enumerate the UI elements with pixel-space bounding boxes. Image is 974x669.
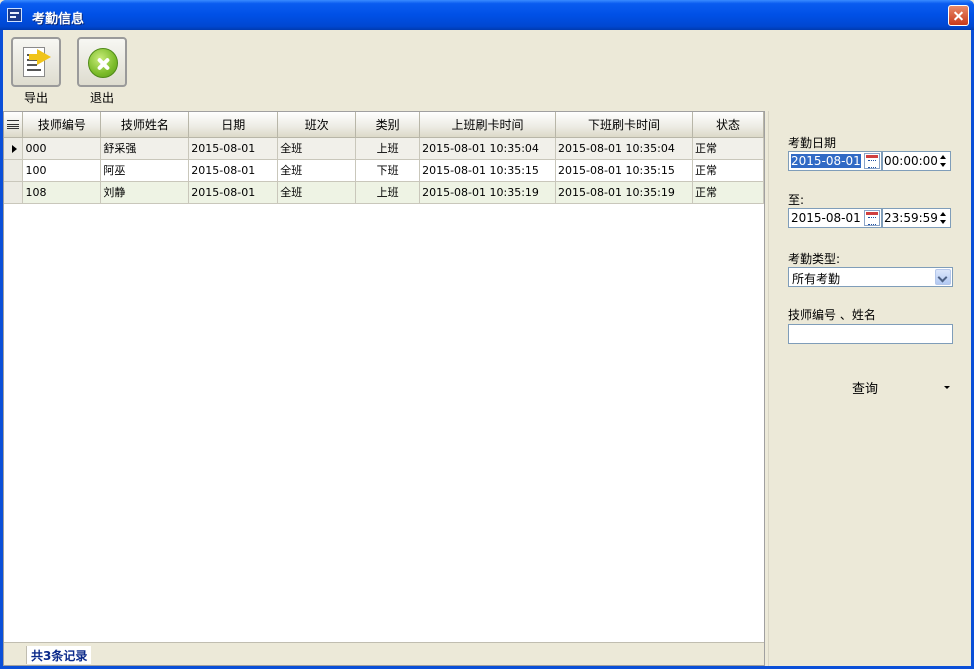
column-header[interactable]: 下班刷卡时间: [555, 112, 694, 138]
start-date-picker[interactable]: 2015-08-01: [788, 151, 882, 171]
cell-date[interactable]: 2015-08-01: [188, 137, 279, 160]
cell-name[interactable]: 阿巫: [100, 159, 190, 182]
cell-in-time[interactable]: 2015-08-01 10:35:19: [419, 181, 557, 204]
close-circle-icon: [88, 48, 118, 78]
query-label: 查询: [852, 382, 879, 397]
current-row-icon: [12, 144, 17, 153]
arrow-right-icon: [29, 49, 51, 65]
dropdown-arrow-icon[interactable]: [944, 386, 950, 389]
row-header[interactable]: [4, 181, 24, 204]
rows-icon: [7, 120, 20, 130]
start-date-value: 2015-08-01: [791, 154, 861, 168]
cell-shift[interactable]: 全班: [277, 181, 357, 204]
table-header-row: 技师编号 技师姓名 日期 班次 类别 上班刷卡时间 下班刷卡时间 状态: [4, 112, 764, 138]
select-all-cell[interactable]: [4, 112, 24, 138]
exit-label: 退出: [89, 91, 114, 105]
cell-status[interactable]: 正常: [692, 159, 764, 182]
cell-shift[interactable]: 全班: [277, 159, 357, 182]
date-label: 考勤日期: [788, 136, 837, 150]
calendar-icon[interactable]: [864, 153, 880, 169]
cell-name[interactable]: 刘静: [100, 181, 190, 204]
cell-in-time[interactable]: 2015-08-01 10:35:04: [419, 137, 557, 160]
close-button[interactable]: [948, 5, 969, 26]
chevron-down-icon[interactable]: [935, 269, 951, 285]
title-bar[interactable]: 考勤信息: [0, 0, 974, 30]
column-header[interactable]: 类别: [355, 112, 421, 138]
end-date-picker[interactable]: 2015-08-01: [788, 208, 882, 228]
start-time-stepper[interactable]: 00:00:00: [882, 151, 951, 171]
spin-icon[interactable]: [938, 153, 949, 169]
app-window: 考勤信息 导出 退出 技师编号 技师姓名 日期 班次 类别 上班刷卡时间 下班刷…: [0, 0, 974, 669]
cell-shift[interactable]: 全班: [277, 137, 357, 160]
spin-icon[interactable]: [938, 210, 949, 226]
end-time-value: 23:59:59: [884, 211, 938, 225]
column-header[interactable]: 上班刷卡时间: [419, 112, 557, 138]
attendance-table: 技师编号 技师姓名 日期 班次 类别 上班刷卡时间 下班刷卡时间 状态 000: [4, 112, 764, 204]
cell-date[interactable]: 2015-08-01: [188, 181, 279, 204]
cell-id[interactable]: 108: [22, 181, 102, 204]
cell-type[interactable]: 上班: [355, 137, 421, 160]
column-header[interactable]: 班次: [277, 112, 357, 138]
end-date-value: 2015-08-01: [791, 211, 861, 225]
export-label: 导出: [23, 91, 48, 105]
type-label: 考勤类型:: [788, 252, 841, 266]
cell-date[interactable]: 2015-08-01: [188, 159, 279, 182]
search-label: 技师编号 、姓名: [788, 308, 876, 322]
to-label: 至:: [788, 193, 805, 207]
filter-panel: 考勤日期 2015-08-01 00:00:00 至: 2015-08-01 2…: [768, 111, 971, 666]
table-row[interactable]: 108 刘静 2015-08-01 全班 上班 2015-08-01 10:35…: [4, 181, 764, 204]
column-header[interactable]: 状态: [692, 112, 764, 138]
cell-name[interactable]: 舒采强: [100, 137, 190, 160]
column-header[interactable]: 技师编号: [22, 112, 102, 138]
table-row[interactable]: 100 阿巫 2015-08-01 全班 下班 2015-08-01 10:35…: [4, 159, 764, 182]
attendance-type-value: 所有考勤: [792, 272, 841, 286]
start-time-value: 00:00:00: [884, 154, 938, 168]
app-icon: [7, 8, 22, 22]
status-bar: 共3条记录: [4, 642, 764, 665]
table-row[interactable]: 000 舒采强 2015-08-01 全班 上班 2015-08-01 10:3…: [4, 137, 764, 160]
cell-out-time[interactable]: 2015-08-01 10:35:15: [555, 159, 694, 182]
row-header[interactable]: [4, 137, 24, 160]
cell-status[interactable]: 正常: [692, 181, 764, 204]
record-count: 共3条记录: [26, 646, 92, 664]
attendance-grid[interactable]: 技师编号 技师姓名 日期 班次 类别 上班刷卡时间 下班刷卡时间 状态 000: [3, 111, 765, 666]
column-header[interactable]: 技师姓名: [100, 112, 190, 138]
cell-out-time[interactable]: 2015-08-01 10:35:04: [555, 137, 694, 160]
cell-id[interactable]: 100: [22, 159, 102, 182]
attendance-type-select[interactable]: 所有考勤: [788, 267, 953, 287]
cell-out-time[interactable]: 2015-08-01 10:35:19: [555, 181, 694, 204]
toolbar: 导出 退出: [3, 30, 971, 110]
cell-in-time[interactable]: 2015-08-01 10:35:15: [419, 159, 557, 182]
row-header[interactable]: [4, 159, 24, 182]
query-button[interactable]: 查询: [789, 375, 954, 397]
cell-status[interactable]: 正常: [692, 137, 764, 160]
column-header[interactable]: 日期: [188, 112, 279, 138]
cell-type[interactable]: 上班: [355, 181, 421, 204]
end-time-stepper[interactable]: 23:59:59: [882, 208, 951, 228]
calendar-icon[interactable]: [864, 210, 880, 226]
technician-search-input[interactable]: [788, 324, 953, 344]
cell-id[interactable]: 000: [22, 137, 102, 160]
client-area: 导出 退出 技师编号 技师姓名 日期 班次 类别 上班刷卡时间 下班刷卡时间 状…: [3, 30, 971, 666]
export-button[interactable]: 导出: [11, 37, 63, 109]
window-title: 考勤信息: [32, 12, 85, 27]
exit-button[interactable]: 退出: [77, 37, 129, 109]
cell-type[interactable]: 下班: [355, 159, 421, 182]
